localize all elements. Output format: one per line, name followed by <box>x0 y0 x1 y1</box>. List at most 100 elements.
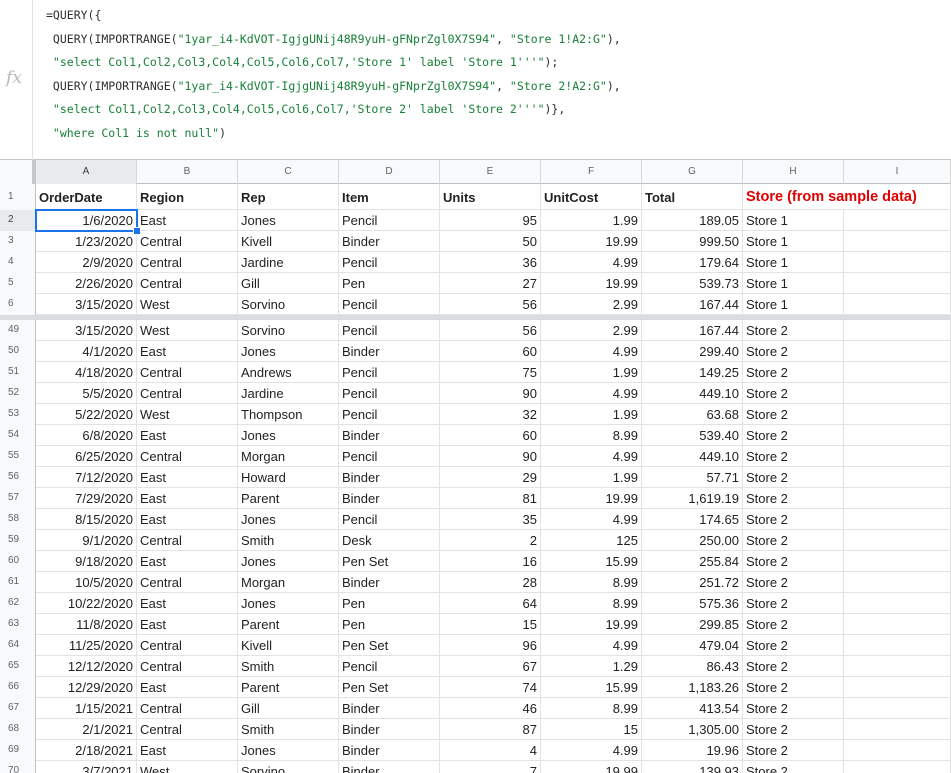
data-cell[interactable]: 15 <box>541 719 642 740</box>
data-cell[interactable] <box>844 614 951 635</box>
column-title-cell[interactable]: Total <box>642 184 743 210</box>
row-number[interactable]: 63 <box>0 614 36 635</box>
data-cell[interactable]: 575.36 <box>642 593 743 614</box>
row-number[interactable]: 70 <box>0 761 36 773</box>
data-cell[interactable]: 2/9/2020 <box>36 252 137 273</box>
data-cell[interactable]: West <box>137 320 238 341</box>
data-cell[interactable]: East <box>137 467 238 488</box>
data-cell[interactable]: East <box>137 677 238 698</box>
column-title-cell[interactable]: Rep <box>238 184 339 210</box>
row-number[interactable]: 60 <box>0 551 36 572</box>
data-cell[interactable] <box>844 488 951 509</box>
data-cell[interactable]: 28 <box>440 572 541 593</box>
data-cell[interactable]: 6/8/2020 <box>36 425 137 446</box>
row-number[interactable]: 50 <box>0 341 36 362</box>
data-cell[interactable] <box>844 273 951 294</box>
data-cell[interactable] <box>844 446 951 467</box>
data-cell[interactable]: Store 2 <box>743 509 844 530</box>
data-cell[interactable]: 9/1/2020 <box>36 530 137 551</box>
data-cell[interactable]: Store 2 <box>743 614 844 635</box>
data-cell[interactable]: Central <box>137 252 238 273</box>
data-cell[interactable]: Central <box>137 362 238 383</box>
data-cell[interactable] <box>844 572 951 593</box>
data-cell[interactable]: 5/5/2020 <box>36 383 137 404</box>
data-cell[interactable]: 4.99 <box>541 341 642 362</box>
column-title-cell[interactable]: UnitCost <box>541 184 642 210</box>
data-cell[interactable]: Jones <box>238 551 339 572</box>
data-cell[interactable]: 15.99 <box>541 677 642 698</box>
data-cell[interactable]: 19.99 <box>541 761 642 773</box>
data-cell[interactable]: 96 <box>440 635 541 656</box>
row-number[interactable]: 67 <box>0 698 36 719</box>
data-cell[interactable] <box>844 551 951 572</box>
data-cell[interactable]: 2.99 <box>541 294 642 315</box>
row-number[interactable]: 53 <box>0 404 36 425</box>
data-cell[interactable]: East <box>137 210 238 231</box>
data-cell[interactable]: Pencil <box>339 446 440 467</box>
data-cell[interactable]: Binder <box>339 740 440 761</box>
data-cell[interactable]: 50 <box>440 231 541 252</box>
data-cell[interactable]: Store 2 <box>743 656 844 677</box>
data-cell[interactable]: Parent <box>238 677 339 698</box>
data-cell[interactable]: Store 2 <box>743 572 844 593</box>
data-cell[interactable] <box>844 231 951 252</box>
data-cell[interactable]: 8/15/2020 <box>36 509 137 530</box>
data-cell[interactable] <box>844 404 951 425</box>
data-cell[interactable]: 1/23/2020 <box>36 231 137 252</box>
column-title-cell[interactable]: Item <box>339 184 440 210</box>
data-cell[interactable]: 90 <box>440 383 541 404</box>
data-cell[interactable]: Pencil <box>339 362 440 383</box>
data-cell[interactable]: Smith <box>238 656 339 677</box>
data-cell[interactable]: 1.99 <box>541 404 642 425</box>
data-cell[interactable]: 8.99 <box>541 593 642 614</box>
data-cell[interactable]: East <box>137 509 238 530</box>
data-cell[interactable]: Central <box>137 719 238 740</box>
data-cell[interactable] <box>844 530 951 551</box>
data-cell[interactable]: Store 1 <box>743 252 844 273</box>
data-cell[interactable]: 35 <box>440 509 541 530</box>
data-cell[interactable]: 60 <box>440 341 541 362</box>
data-cell[interactable]: 19.99 <box>541 488 642 509</box>
data-cell[interactable]: 67 <box>440 656 541 677</box>
data-cell[interactable]: Thompson <box>238 404 339 425</box>
data-cell[interactable] <box>844 425 951 446</box>
data-cell[interactable]: Store 1 <box>743 273 844 294</box>
data-cell[interactable]: Smith <box>238 530 339 551</box>
data-cell[interactable]: East <box>137 740 238 761</box>
row-number[interactable]: 58 <box>0 509 36 530</box>
data-cell[interactable]: 1.29 <box>541 656 642 677</box>
data-cell[interactable]: Binder <box>339 488 440 509</box>
data-cell[interactable] <box>844 635 951 656</box>
fill-handle[interactable] <box>133 227 141 235</box>
data-cell[interactable]: 19.96 <box>642 740 743 761</box>
data-cell[interactable]: West <box>137 761 238 773</box>
data-cell[interactable]: 4/1/2020 <box>36 341 137 362</box>
row-number[interactable]: 2 <box>0 210 36 231</box>
data-cell[interactable]: 4/18/2020 <box>36 362 137 383</box>
data-cell[interactable]: 19.99 <box>541 614 642 635</box>
row-number[interactable]: 5 <box>0 273 36 294</box>
data-cell[interactable]: 1,183.26 <box>642 677 743 698</box>
data-cell[interactable]: 539.40 <box>642 425 743 446</box>
data-cell[interactable]: Binder <box>339 698 440 719</box>
column-header-g[interactable]: G <box>642 160 743 184</box>
data-cell[interactable]: 12/29/2020 <box>36 677 137 698</box>
row-number[interactable]: 4 <box>0 252 36 273</box>
column-header-h[interactable]: H <box>743 160 844 184</box>
row-number[interactable]: 54 <box>0 425 36 446</box>
data-cell[interactable]: 32 <box>440 404 541 425</box>
data-cell[interactable]: Binder <box>339 341 440 362</box>
data-cell[interactable]: 29 <box>440 467 541 488</box>
row-number[interactable]: 69 <box>0 740 36 761</box>
data-cell[interactable]: 299.40 <box>642 341 743 362</box>
data-cell[interactable]: Pencil <box>339 656 440 677</box>
data-cell[interactable]: Store 2 <box>743 551 844 572</box>
data-cell[interactable]: 2/1/2021 <box>36 719 137 740</box>
data-cell[interactable]: Pen <box>339 614 440 635</box>
data-cell[interactable] <box>844 383 951 404</box>
data-cell[interactable]: 15.99 <box>541 551 642 572</box>
row-number[interactable]: 1 <box>0 184 36 210</box>
data-cell[interactable]: Jardine <box>238 252 339 273</box>
data-cell[interactable]: Gill <box>238 698 339 719</box>
column-title-cell[interactable]: Units <box>440 184 541 210</box>
